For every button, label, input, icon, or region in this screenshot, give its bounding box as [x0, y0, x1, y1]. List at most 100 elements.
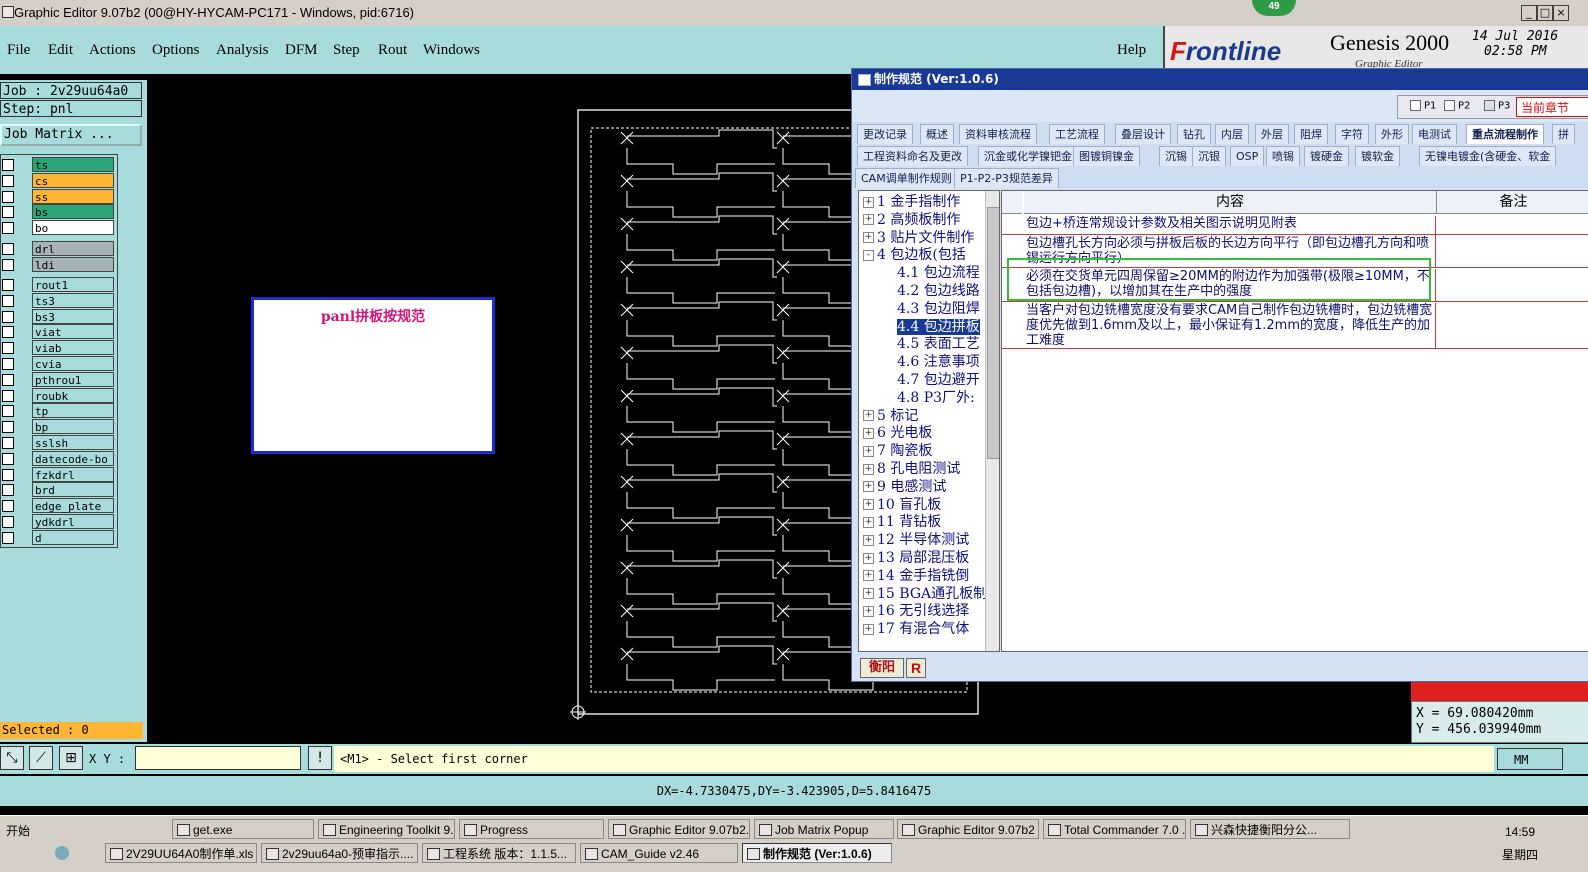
layer-row-roubk[interactable]: roubk — [0, 387, 116, 403]
tree-item[interactable]: 4.6 注意事项 — [897, 353, 980, 371]
layer-row-ss[interactable]: ss — [0, 188, 116, 204]
tab-tabs_row2-6[interactable]: 喷锡 — [1266, 146, 1300, 166]
layer-name[interactable]: bp — [32, 419, 114, 435]
layer-row-edge_plate[interactable]: edge_plate — [0, 498, 116, 514]
expand-icon[interactable]: + — [863, 196, 874, 208]
tree-item[interactable]: +16 无引线选择 — [863, 602, 969, 620]
tab-tabs_row1-7[interactable]: 外层 — [1255, 124, 1289, 144]
tab-tabs_row1-3[interactable]: 工艺流程 — [1049, 124, 1105, 144]
scroll-thumb[interactable] — [987, 207, 999, 459]
expand-icon[interactable]: + — [863, 445, 874, 457]
expand-icon[interactable]: + — [863, 463, 874, 475]
layer-row-d[interactable]: d — [0, 529, 116, 545]
layer-checkbox[interactable] — [2, 174, 14, 187]
layer-checkbox[interactable] — [2, 206, 14, 219]
layer-name[interactable]: drl — [32, 241, 114, 256]
tree-item[interactable]: +15 BGA通孔板制 — [863, 585, 987, 603]
menu-options[interactable]: Options — [152, 42, 200, 59]
taskbar-item[interactable]: 工程系统 版本：1.1.5... — [422, 843, 576, 863]
tab-tabs_row1-4[interactable]: 叠层设计 — [1115, 124, 1171, 144]
menu-windows[interactable]: Windows — [423, 42, 480, 59]
tree-item[interactable]: +3 贴片文件制作 — [863, 229, 974, 247]
refresh-button[interactable]: R — [906, 658, 926, 678]
taskbar-item[interactable]: 兴森快捷衡阳分公... — [1190, 819, 1350, 839]
layer-name[interactable]: ydkdrl — [32, 514, 114, 529]
layer-row-viat[interactable]: viat — [0, 324, 116, 340]
layer-checkbox[interactable] — [2, 452, 14, 465]
layer-name[interactable]: roubk — [32, 387, 114, 403]
close-button[interactable]: × — [1553, 5, 1569, 21]
table-row[interactable]: 包边+桥连常规设计参数及相关图示说明见附表 — [1002, 214, 1588, 236]
unit-select[interactable]: MM — [1497, 748, 1563, 770]
expand-icon[interactable]: + — [863, 499, 874, 511]
layer-row-sslsh[interactable]: sslsh — [0, 435, 116, 450]
table-row[interactable]: 当客户对包边铣槽宽度没有要求CAM自己制作包边铣槽时，包边铣槽宽度优先做到1.6… — [1002, 302, 1588, 349]
layer-row-bo[interactable]: bo — [0, 220, 116, 236]
layer-row-ts3[interactable]: ts3 — [0, 292, 116, 308]
tree-item[interactable]: +9 电感测试 — [863, 478, 946, 496]
menu-dfm[interactable]: DFM — [285, 42, 318, 59]
tree-item[interactable]: 4.3 包边阻焊 — [897, 300, 980, 318]
section-tree[interactable]: +1 金手指制作 +2 高频板制作 +3 贴片文件制作 -4 包边板(包括 4.1 包边… — [858, 190, 1000, 652]
tree-item[interactable]: +1 金手指制作 — [863, 193, 960, 211]
tab-tabs_row2-4[interactable]: 沉银 — [1192, 146, 1226, 166]
layer-name[interactable]: rout1 — [32, 277, 114, 292]
tab-tabs_row1-6[interactable]: 内层 — [1215, 124, 1249, 144]
tab-tabs_row1-12[interactable]: 重点流程制作 — [1466, 124, 1544, 144]
tab-tabs_row1-13[interactable]: 拼 — [1552, 124, 1575, 144]
menu-analysis[interactable]: Analysis — [216, 42, 269, 59]
layer-checkbox[interactable] — [2, 468, 14, 481]
layer-checkbox[interactable] — [2, 159, 14, 171]
tree-item[interactable]: 4.5 表面工艺 — [897, 335, 980, 353]
tree-item[interactable]: +17 有混合气体 — [863, 620, 969, 638]
menu-actions[interactable]: Actions — [89, 42, 136, 59]
layer-checkbox[interactable] — [2, 500, 14, 513]
layer-name[interactable]: pthrou1 — [32, 371, 114, 387]
expand-icon[interactable]: + — [863, 552, 874, 564]
tab-tabs_row3-1[interactable]: P1-P2-P3规范差异 — [954, 168, 1059, 188]
layer-checkbox[interactable] — [2, 421, 14, 434]
expand-icon[interactable]: + — [863, 534, 874, 546]
menu-file[interactable]: File — [7, 42, 30, 59]
expand-icon[interactable]: + — [863, 481, 874, 493]
expand-icon[interactable]: - — [863, 249, 874, 261]
expand-icon[interactable]: + — [863, 232, 874, 244]
filter-p1[interactable]: P1 — [1410, 100, 1436, 112]
layer-row-tp[interactable]: tp — [0, 403, 116, 419]
layer-row-rout1[interactable]: rout1 — [0, 277, 116, 292]
expand-icon[interactable]: + — [863, 410, 874, 422]
xy-input[interactable] — [135, 746, 301, 770]
expand-icon[interactable]: + — [863, 214, 874, 226]
tree-item[interactable]: +13 局部混压板 — [863, 549, 969, 567]
tree-item[interactable]: +7 陶瓷板 — [863, 442, 932, 460]
expand-icon[interactable]: + — [863, 570, 874, 582]
layer-checkbox[interactable] — [2, 326, 14, 339]
layer-checkbox[interactable] — [2, 531, 14, 544]
layer-name[interactable]: cs — [32, 172, 114, 188]
layer-name[interactable]: fzkdrl — [32, 466, 114, 482]
layer-checkbox[interactable] — [2, 516, 14, 528]
layer-row-fzkdrl[interactable]: fzkdrl — [0, 466, 116, 482]
tree-item[interactable]: +6 光电板 — [863, 424, 932, 442]
job-matrix-button[interactable]: Job Matrix ... — [0, 124, 142, 146]
layer-name[interactable]: viat — [32, 324, 114, 340]
measure-icon[interactable]: ⟋ — [29, 746, 53, 770]
taskbar-item[interactable]: Progress — [459, 819, 604, 839]
tab-tabs_row1-10[interactable]: 外形 — [1375, 124, 1409, 144]
layer-name[interactable]: d — [32, 529, 114, 545]
layer-name[interactable]: ss — [32, 188, 114, 204]
menu-help[interactable]: Help — [1117, 42, 1146, 59]
tab-tabs_row1-2[interactable]: 资料审核流程 — [959, 124, 1037, 144]
filter-p2[interactable]: P2 — [1444, 100, 1470, 112]
taskbar-item[interactable]: Total Commander 7.0 ... — [1043, 819, 1186, 839]
taskbar-item[interactable]: CAM_Guide v2.46 — [580, 843, 738, 863]
layer-checkbox[interactable] — [2, 342, 14, 355]
layer-checkbox[interactable] — [2, 279, 14, 291]
tree-item[interactable]: +8 孔电阻测试 — [863, 460, 960, 478]
layer-row-ts[interactable]: ts — [0, 157, 116, 172]
layer-row-bs3[interactable]: bs3 — [0, 308, 116, 324]
layer-name[interactable]: bo — [32, 220, 114, 236]
layer-row-cs[interactable]: cs — [0, 172, 116, 188]
layer-row-viab[interactable]: viab — [0, 340, 116, 356]
layer-checkbox[interactable] — [2, 437, 14, 449]
